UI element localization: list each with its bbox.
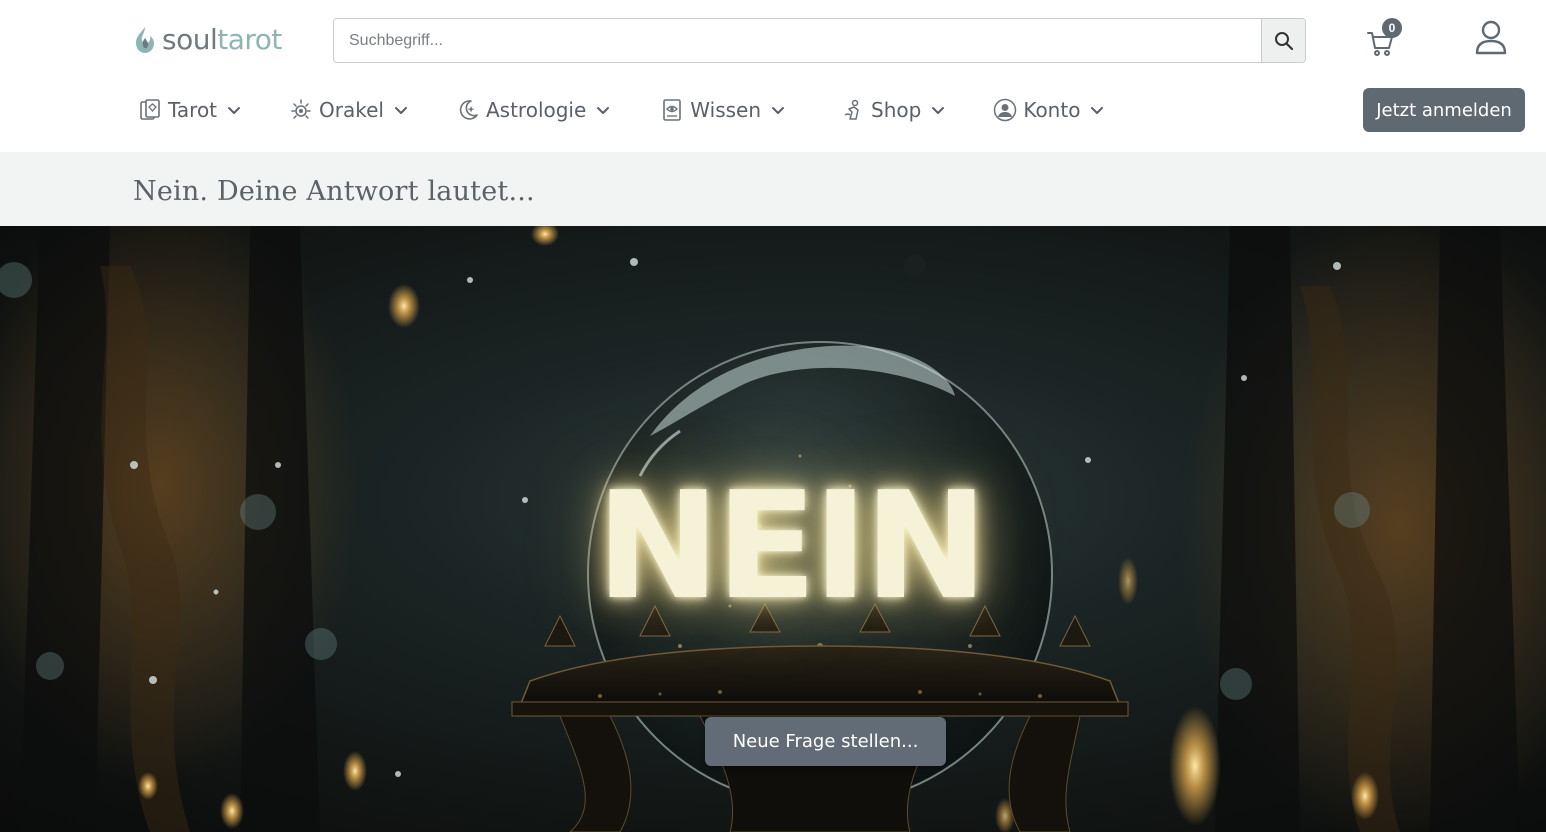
chevron-down-icon: [394, 107, 407, 114]
nav-item-label: Wissen: [690, 98, 762, 122]
nav-item-label: Astrologie: [485, 98, 587, 122]
nav-item-astrologie[interactable]: Astrologie: [456, 88, 610, 132]
logo-wordmark-tarot: tarot: [217, 23, 282, 56]
answer-text: NEIN: [596, 460, 988, 632]
shop-figure-icon: [841, 98, 865, 122]
nav-item-tarot[interactable]: Tarot: [138, 88, 241, 132]
moon-star-icon: [456, 98, 480, 122]
logo-wordmark-soul: soul: [162, 23, 218, 56]
page-title-bar: Nein. Deine Antwort lautet...: [0, 152, 1546, 226]
chevron-down-icon: [772, 107, 785, 114]
search-icon: [1274, 31, 1293, 50]
nav-item-label: Orakel: [319, 98, 384, 122]
nav-item-konto[interactable]: Konto: [993, 88, 1104, 132]
nav-item-label: Tarot: [168, 98, 218, 122]
chevron-down-icon: [932, 107, 945, 114]
nav-item-wissen[interactable]: Wissen: [660, 88, 785, 132]
answer-hero: NEIN Neue Frage stellen...: [0, 226, 1546, 832]
main-navigation: Tarot Orakel Astrologie Wissen Shop Kont…: [138, 88, 1104, 132]
search-bar: [333, 18, 1306, 63]
search-input[interactable]: [334, 19, 1261, 62]
nav-item-shop[interactable]: Shop: [841, 88, 945, 132]
tarot-card-icon: [138, 98, 162, 122]
login-button[interactable]: Jetzt anmelden: [1363, 88, 1525, 132]
logo-wordmark: soultarot: [162, 26, 282, 54]
user-icon: [1475, 20, 1507, 55]
site-header: soultarot 0 Tarot: [0, 0, 1546, 152]
nav-item-label: Konto: [1023, 98, 1081, 122]
sun-oracle-icon: [289, 98, 313, 122]
account-button[interactable]: [1474, 20, 1508, 56]
account-circle-icon: [993, 98, 1017, 122]
cart-button[interactable]: 0: [1366, 18, 1406, 58]
nav-item-label: Shop: [871, 98, 922, 122]
search-button[interactable]: [1261, 19, 1305, 62]
cart-count-badge: 0: [1382, 18, 1402, 38]
site-logo[interactable]: soultarot: [132, 22, 282, 58]
flame-logo-icon: [136, 27, 154, 53]
book-eye-icon: [660, 98, 684, 122]
new-question-button[interactable]: Neue Frage stellen...: [705, 717, 946, 766]
page-title: Nein. Deine Antwort lautet...: [133, 176, 535, 207]
chevron-down-icon: [1091, 107, 1104, 114]
nav-item-orakel[interactable]: Orakel: [289, 88, 408, 132]
chevron-down-icon: [228, 107, 241, 114]
chevron-down-icon: [597, 107, 610, 114]
